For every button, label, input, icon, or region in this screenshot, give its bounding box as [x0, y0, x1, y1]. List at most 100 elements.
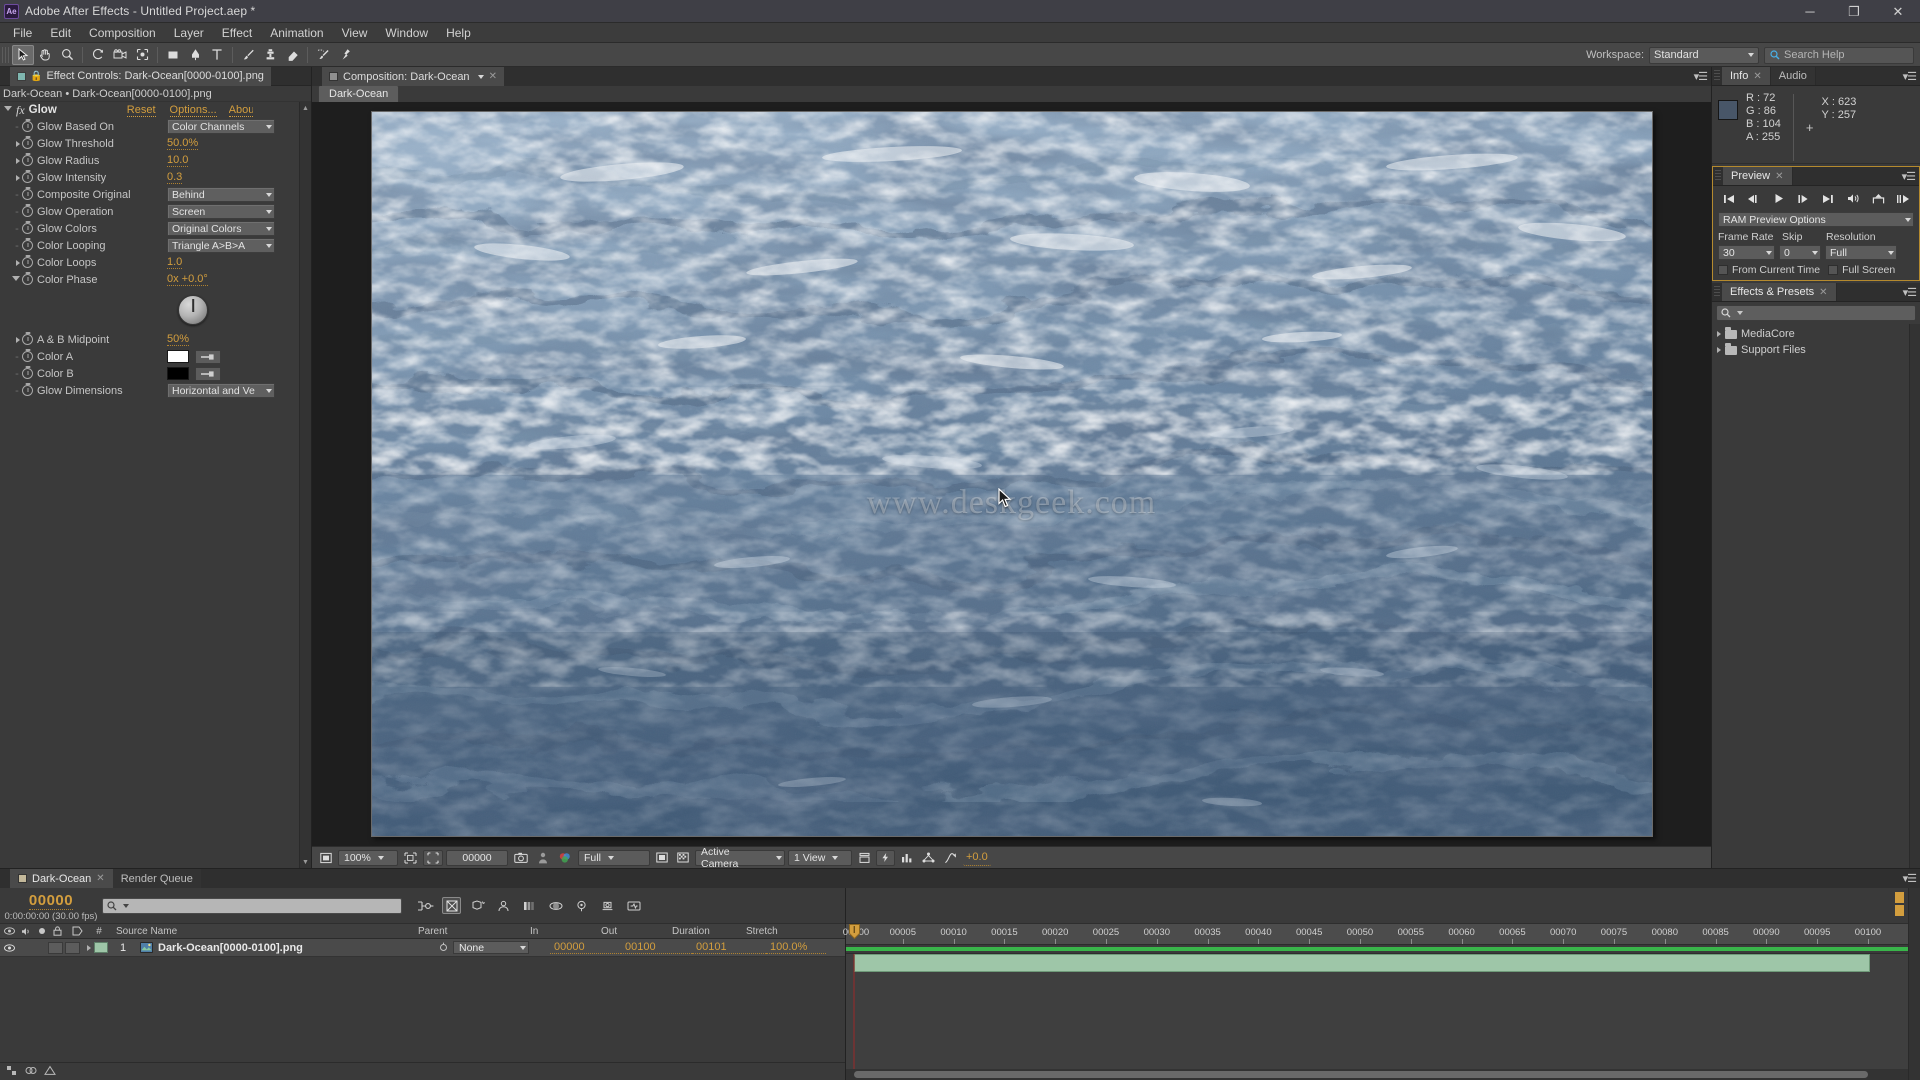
layer-out-point[interactable]: 00100 — [621, 941, 692, 954]
menu-view[interactable]: View — [333, 24, 377, 42]
stopwatch-icon[interactable] — [22, 189, 33, 200]
frame-blend-footer-icon[interactable] — [25, 1065, 37, 1079]
preview-resolution-select[interactable]: Full — [1825, 245, 1897, 260]
toggle-switches-footer-icon[interactable] — [6, 1065, 18, 1079]
menu-composition[interactable]: Composition — [80, 24, 165, 42]
shape-tool[interactable] — [162, 45, 184, 65]
camera-tool[interactable] — [109, 45, 131, 65]
effects-presets-scrollbar[interactable] — [1909, 324, 1920, 868]
layer-in-point[interactable]: 00000 — [550, 941, 621, 954]
auto-keyframe-icon[interactable] — [624, 897, 643, 914]
reset-button[interactable]: Reset — [126, 104, 156, 117]
stopwatch-icon[interactable] — [22, 385, 33, 396]
zoom-tool[interactable] — [56, 45, 78, 65]
timeline-search-input[interactable] — [102, 897, 402, 914]
stopwatch-icon[interactable] — [22, 351, 33, 362]
panel-grip[interactable] — [1715, 170, 1721, 182]
menu-effect[interactable]: Effect — [213, 24, 261, 42]
scrollbar-thumb[interactable] — [854, 1071, 1868, 1078]
stopwatch-icon[interactable] — [22, 138, 33, 149]
effect-header-glow[interactable]: fx Glow Reset Options... About... — [0, 102, 311, 118]
disclosure-triangle-icon[interactable] — [1717, 347, 1721, 353]
property-dropdown[interactable]: Color Channels — [167, 119, 275, 134]
disclosure-triangle-icon[interactable] — [16, 157, 20, 164]
list-item[interactable]: Support Files — [1712, 342, 1920, 358]
transparency-grid-icon[interactable] — [423, 849, 443, 866]
region-interest-toggle-icon[interactable] — [653, 850, 671, 866]
property-dropdown[interactable]: Horizontal and Ve — [167, 383, 275, 398]
brush-tool[interactable] — [237, 45, 259, 65]
disclosure-triangle-icon[interactable] — [16, 140, 20, 147]
show-snapshot-icon[interactable] — [534, 850, 552, 866]
lock-icon[interactable] — [48, 926, 66, 936]
options-button[interactable]: Options... — [169, 104, 217, 117]
panel-menu-icon[interactable]: ▾☰ — [1903, 286, 1917, 299]
channel-select-icon[interactable] — [555, 850, 575, 866]
property-row[interactable]: - Glow Colors Original Colors — [0, 220, 311, 237]
eraser-tool[interactable] — [281, 45, 303, 65]
play-button[interactable] — [1770, 191, 1788, 206]
property-dropdown[interactable]: Original Colors — [167, 221, 275, 236]
frame-rate-select[interactable]: 30 — [1718, 245, 1775, 260]
tab-composition[interactable]: Composition: Dark-Ocean ✕ — [322, 67, 504, 86]
property-dropdown[interactable]: Triangle A>B>A — [167, 238, 275, 253]
subtab-dark-ocean[interactable]: Dark-Ocean — [318, 85, 400, 102]
puppet-pin-tool[interactable] — [334, 45, 356, 65]
tab-effect-controls[interactable]: 🔒 Effect Controls: Dark-Ocean[0000-0100]… — [10, 66, 271, 86]
property-row[interactable]: Glow Radius 10.0 — [0, 152, 311, 169]
list-item[interactable]: MediaCore — [1712, 326, 1920, 342]
timeline-horizontal-scrollbar[interactable] — [846, 1069, 1908, 1080]
playhead[interactable] — [849, 924, 860, 945]
panel-menu-icon[interactable]: ▾☰ — [1694, 70, 1708, 83]
work-area-marker-end[interactable] — [1895, 905, 1904, 916]
disclosure-triangle-icon[interactable] — [4, 106, 12, 114]
hide-shy-layers-icon[interactable] — [494, 897, 513, 914]
exposure-reset-icon[interactable] — [941, 850, 960, 866]
property-value[interactable]: 0x +0.0° — [167, 273, 208, 286]
minimize-button[interactable]: ─ — [1788, 0, 1832, 23]
parent-select[interactable]: None — [453, 941, 529, 954]
maximize-button[interactable]: ❐ — [1832, 0, 1876, 23]
tab-render-queue[interactable]: Render Queue — [112, 869, 201, 888]
from-current-time-checkbox[interactable] — [1718, 265, 1728, 275]
chevron-down-icon[interactable] — [477, 74, 484, 79]
layer-parent-cell[interactable]: None — [438, 941, 550, 954]
next-frame-button[interactable] — [1795, 191, 1813, 206]
menu-layer[interactable]: Layer — [165, 24, 213, 42]
about-button[interactable]: About... — [228, 104, 253, 117]
tab-dark-ocean-timeline[interactable]: Dark-Ocean ✕ — [10, 869, 113, 888]
motion-blur-footer-icon[interactable] — [44, 1065, 56, 1079]
disclosure-triangle-icon[interactable] — [16, 259, 20, 266]
panel-menu-icon[interactable]: ▾☰ — [1902, 170, 1916, 183]
stopwatch-icon[interactable] — [22, 206, 33, 217]
current-time-field[interactable]: 00000 — [446, 849, 508, 866]
exposure-value[interactable]: +0.0 — [963, 850, 991, 866]
property-value[interactable]: 50% — [167, 333, 190, 346]
brainstorm-icon[interactable] — [598, 897, 617, 914]
previous-frame-button[interactable] — [1745, 191, 1763, 206]
composition-viewer[interactable]: www.deskgeek.com — [312, 102, 1711, 846]
effects-search-input[interactable] — [1716, 305, 1916, 321]
eyedropper-button[interactable] — [195, 366, 221, 381]
tab-info[interactable]: Info ✕ — [1722, 67, 1771, 85]
property-dropdown[interactable]: Screen — [167, 204, 275, 219]
menu-edit[interactable]: Edit — [41, 24, 80, 42]
work-area-bar[interactable] — [846, 945, 1908, 954]
property-row[interactable]: - Glow Dimensions Horizontal and Ve — [0, 382, 311, 399]
property-row[interactable]: Glow Intensity 0.3 — [0, 169, 311, 186]
current-timecode-box[interactable]: 00000 0:00:00:00 (30.00 fps) — [0, 890, 102, 922]
composition-mini-flowchart-icon[interactable] — [416, 897, 435, 914]
view-layout-select[interactable]: 1 View — [788, 849, 852, 866]
property-row[interactable]: - Color Looping Triangle A>B>A — [0, 237, 311, 254]
property-value[interactable]: 50.0% — [167, 137, 199, 150]
property-row[interactable]: Color Loops 1.0 — [0, 254, 311, 271]
skip-select[interactable]: 0 — [1779, 245, 1821, 260]
menu-file[interactable]: File — [4, 24, 41, 42]
panel-grip[interactable] — [1714, 70, 1720, 82]
audio-icon[interactable] — [18, 927, 35, 936]
resolution-select[interactable]: Full — [578, 849, 650, 866]
toolbar-grip[interactable] — [2, 46, 9, 63]
disclosure-triangle-icon[interactable] — [12, 275, 20, 284]
eyedropper-button[interactable] — [195, 349, 221, 364]
property-value[interactable]: 10.0 — [167, 154, 189, 167]
